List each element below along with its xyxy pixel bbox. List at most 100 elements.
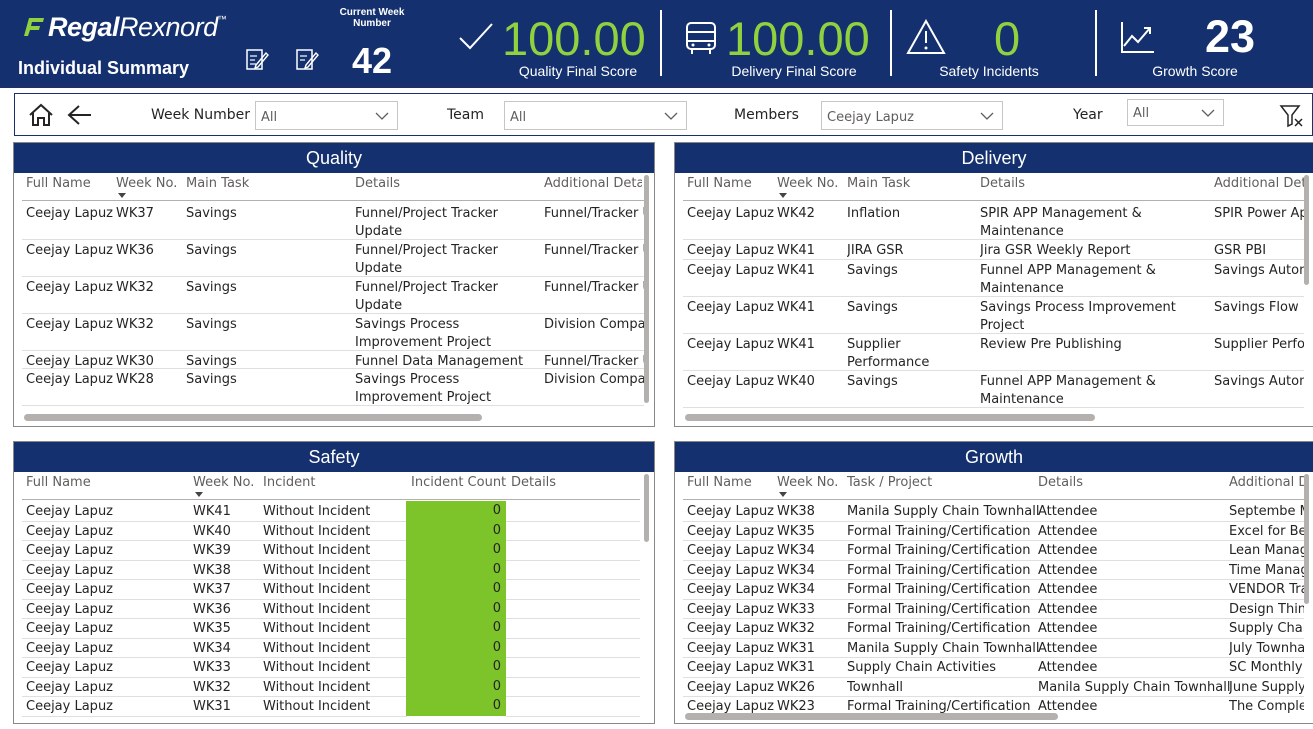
row-divider xyxy=(22,350,644,351)
warning-icon xyxy=(906,19,946,54)
delivery-header-additional[interactable]: Additional Deta xyxy=(1214,176,1304,191)
growth-vertical-scrollbar[interactable] xyxy=(1304,474,1309,604)
row-divider xyxy=(683,407,1304,408)
safety-header-details[interactable]: Details xyxy=(511,475,556,490)
row-divider xyxy=(22,520,407,522)
quality-panel-title: Quality xyxy=(14,143,654,173)
quality-header-additional[interactable]: Additional Deta xyxy=(544,176,642,191)
quality-header-details[interactable]: Details xyxy=(355,176,400,191)
quality-header-main-task[interactable]: Main Task xyxy=(186,176,249,191)
clear-filter-icon[interactable] xyxy=(1279,104,1305,128)
kpi-divider xyxy=(660,10,662,76)
growth-header-week-no[interactable]: Week No. xyxy=(777,475,838,490)
back-arrow-icon[interactable] xyxy=(67,104,93,126)
details-cell: Savings Process Improvement xyxy=(980,300,1176,315)
details-cell: Review Pre Publishing xyxy=(980,337,1122,352)
growth-header-task-project[interactable]: Task / Project xyxy=(847,475,932,490)
details-cell: Funnel APP Management & xyxy=(980,263,1156,278)
safety-header-incident-count[interactable]: Incident Count xyxy=(411,475,506,490)
main-task-cell: Savings xyxy=(186,372,237,387)
additional-details-cell: The Complet xyxy=(1229,699,1304,713)
delivery-table-body: Ceejay Lapuz WK42 Inflation SPIR APP Manage… xyxy=(675,201,1304,413)
additional-details-cell: Time Manag xyxy=(1229,562,1304,578)
year-dropdown[interactable]: All xyxy=(1127,99,1224,126)
incident-cell: Without Incident xyxy=(263,699,371,714)
row-divider xyxy=(506,520,640,522)
row-divider xyxy=(683,370,1304,371)
delivery-score-label: Delivery Final Score xyxy=(731,63,857,79)
week-no-cell: WK35 xyxy=(777,523,815,539)
task-project-cell: Supply Chain Activities xyxy=(847,660,997,675)
safety-header-full-name[interactable]: Full Name xyxy=(26,475,91,490)
checkmark-icon xyxy=(459,23,493,50)
row-divider xyxy=(683,559,1304,561)
growth-header-details[interactable]: Details xyxy=(1038,475,1083,490)
main-task-cell: Savings xyxy=(847,374,898,389)
members-dropdown[interactable]: Ceejay Lapuz xyxy=(821,101,1003,130)
incident-cell: Without Incident xyxy=(263,523,371,539)
edit-document-icon[interactable] xyxy=(294,46,320,72)
delivery-vertical-scrollbar[interactable] xyxy=(1304,175,1309,285)
full-name-cell: Ceejay Lapuz xyxy=(26,640,114,656)
quality-vertical-scrollbar[interactable] xyxy=(644,175,649,403)
delivery-header-main-task[interactable]: Main Task xyxy=(847,176,910,191)
additional-details-cell: Funnel/Tracker U xyxy=(544,243,644,258)
main-task-cell: Supplier xyxy=(847,337,901,352)
incident-count-cell: 0 xyxy=(406,657,506,677)
details-cell: Attendee xyxy=(1038,601,1098,617)
safety-header-incident[interactable]: Incident xyxy=(263,475,315,490)
task-project-cell: Townhall xyxy=(847,679,903,695)
growth-horizontal-scrollbar[interactable] xyxy=(685,713,1058,720)
week-number-selected: All xyxy=(261,110,278,125)
members-filter-label: Members xyxy=(734,107,799,123)
delivery-header-week-no[interactable]: Week No. xyxy=(777,176,838,191)
additional-details-cell: Division Compar xyxy=(544,372,644,387)
incident-cell: Without Incident xyxy=(263,621,371,636)
incident-cell: Without Incident xyxy=(263,660,371,675)
quality-header-week-no[interactable]: Week No. xyxy=(116,176,177,191)
home-icon[interactable] xyxy=(28,103,54,127)
week-number-dropdown[interactable]: All xyxy=(255,101,398,130)
week-no-cell: WK31 xyxy=(193,699,231,714)
safety-vertical-scrollbar[interactable] xyxy=(644,474,649,542)
safety-header-week-no[interactable]: Week No. xyxy=(193,475,254,490)
chevron-down-icon xyxy=(980,112,994,120)
full-name-cell: Ceejay Lapuz xyxy=(26,317,114,332)
details-cell: Attendee xyxy=(1038,504,1098,519)
chevron-down-icon xyxy=(664,112,678,120)
growth-header-full-name[interactable]: Full Name xyxy=(687,475,752,490)
week-no-cell: WK34 xyxy=(777,582,815,597)
incident-count-cell: 0 xyxy=(406,618,506,638)
main-task-cell: Inflation xyxy=(847,206,901,221)
week-no-cell: WK34 xyxy=(777,562,815,578)
row-divider xyxy=(506,676,640,678)
quality-horizontal-scrollbar[interactable] xyxy=(24,414,482,421)
week-no-cell: WK33 xyxy=(193,660,231,675)
row-divider xyxy=(683,520,1304,522)
edit-form-icon[interactable] xyxy=(244,46,270,72)
team-filter-label: Team xyxy=(447,107,485,123)
delivery-header-details[interactable]: Details xyxy=(980,176,1025,191)
logo-trademark: ™ xyxy=(217,14,227,24)
additional-details-cell: SC Monthly xyxy=(1229,660,1303,675)
details-cell: Funnel/Project Tracker xyxy=(355,280,498,295)
incident-cell: Without Incident xyxy=(263,640,371,656)
delivery-horizontal-scrollbar[interactable] xyxy=(685,414,1095,421)
kpi-divider xyxy=(1095,10,1097,76)
row-divider xyxy=(22,559,407,561)
week-no-cell: WK32 xyxy=(116,317,154,332)
task-project-cell: Formal Training/Certification xyxy=(847,699,1031,713)
details-cell: Attendee xyxy=(1038,543,1098,558)
team-dropdown[interactable]: All xyxy=(504,101,687,130)
team-selected: All xyxy=(510,110,527,125)
growth-header-additional[interactable]: Additional D xyxy=(1229,475,1304,490)
growth-panel: Growth Full Name Week No. Task / Project… xyxy=(674,441,1313,724)
week-no-cell: WK38 xyxy=(777,504,815,519)
row-divider xyxy=(683,540,1304,541)
details-cell: Funnel APP Management & xyxy=(980,374,1156,389)
quality-header-full-name[interactable]: Full Name xyxy=(26,176,91,191)
delivery-header-full-name[interactable]: Full Name xyxy=(687,176,752,191)
logo-mark-icon xyxy=(24,18,44,36)
additional-details-cell: Septembe M xyxy=(1229,504,1304,519)
full-name-cell: Ceejay Lapuz xyxy=(26,601,114,617)
